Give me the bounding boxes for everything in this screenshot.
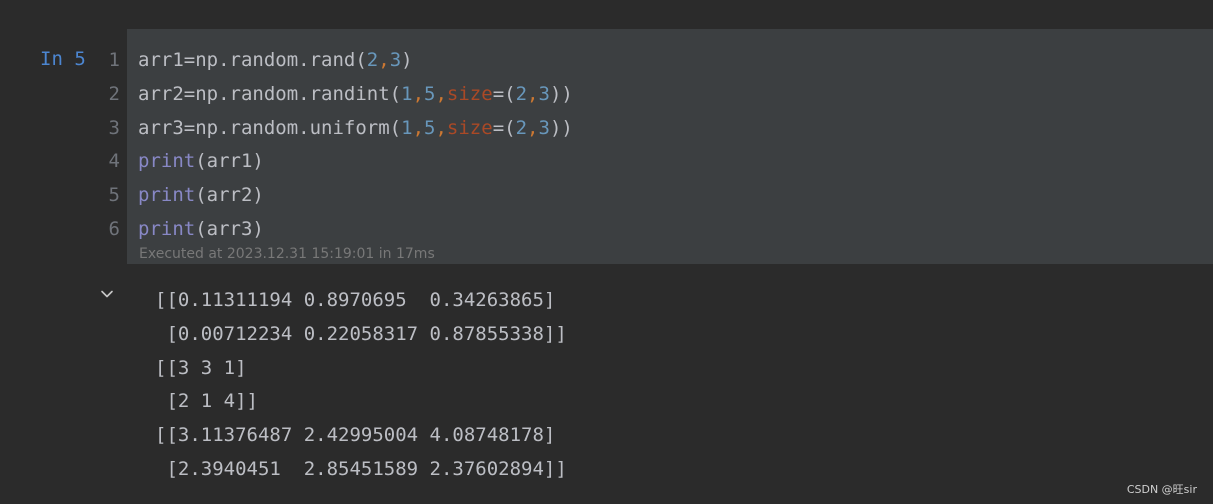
- line-number: 6: [108, 217, 120, 240]
- comma-token: ,: [435, 82, 447, 105]
- code-token: (arr3): [195, 217, 264, 240]
- builtin-token: print: [138, 184, 196, 207]
- chevron-down-icon[interactable]: [99, 286, 115, 302]
- comma-token: ,: [412, 116, 425, 139]
- output-line: [2.3940451 2.85451589 2.37602894]]: [155, 457, 567, 480]
- code-token: )): [549, 116, 573, 139]
- watermark: CSDN @旺sir: [1126, 483, 1197, 496]
- number-token: 3: [538, 82, 550, 105]
- code-token: arr2=np.random.randint(: [138, 82, 402, 105]
- comma-token: ,: [435, 116, 447, 139]
- number-token: 1: [401, 116, 413, 139]
- code-token: )): [549, 82, 573, 105]
- output-line: [0.00712234 0.22058317 0.87855338]]: [155, 322, 567, 345]
- code-line[interactable]: arr3=np.random.uniform(1,5,size=(2,3)): [138, 112, 573, 146]
- code-token: ): [401, 49, 413, 71]
- comma-token: ,: [527, 116, 539, 139]
- output-line: [[3.11376487 2.42995004 4.08748178]: [155, 424, 556, 447]
- code-line[interactable]: arr1=np.random.rand(2,3): [138, 44, 573, 78]
- comma-token: ,: [527, 82, 539, 105]
- number-token: 2: [366, 49, 379, 71]
- cell-output: [[0.11311194 0.8970695 0.34263865] [0.00…: [155, 284, 567, 487]
- line-number: 1: [108, 49, 120, 71]
- comma-token: ,: [378, 49, 390, 71]
- line-number-gutter: 1 2 3 4 5 6: [96, 44, 120, 247]
- comma-token: ,: [412, 82, 425, 105]
- code-line[interactable]: arr2=np.random.randint(1,5,size=(2,3)): [138, 78, 573, 112]
- code-token: =(: [492, 116, 516, 139]
- number-token: 3: [389, 49, 402, 71]
- line-number: 3: [108, 116, 120, 139]
- line-number: 4: [108, 150, 120, 173]
- output-line: [2 1 4]]: [155, 390, 258, 413]
- builtin-token: print: [138, 150, 196, 173]
- number-token: 5: [424, 82, 436, 105]
- code-editor[interactable]: arr1=np.random.rand(2,3) arr2=np.random.…: [138, 44, 573, 247]
- notebook-page: In 5 1 2 3 4 5 6 arr1=np.random.rand(2,3…: [0, 0, 1213, 504]
- keyword-arg-token: size: [446, 82, 493, 105]
- code-line[interactable]: print(arr1): [138, 145, 573, 179]
- number-token: 2: [515, 116, 528, 139]
- code-token: arr1=np.random.rand(: [138, 49, 367, 71]
- execution-status: Executed at 2023.12.31 15:19:01 in 17ms: [139, 246, 435, 262]
- output-line: [[3 3 1]: [155, 356, 247, 379]
- line-number: 2: [108, 82, 120, 105]
- code-token: (arr2): [195, 184, 264, 207]
- output-line: [[0.11311194 0.8970695 0.34263865]: [155, 289, 556, 311]
- line-number: 5: [108, 184, 120, 207]
- number-token: 5: [424, 116, 436, 139]
- number-token: 1: [401, 82, 413, 105]
- cell-execution-label: In 5: [40, 48, 86, 70]
- builtin-token: print: [138, 217, 196, 240]
- keyword-arg-token: size: [446, 116, 493, 139]
- code-token: =(: [492, 82, 516, 105]
- code-token: (arr1): [195, 150, 264, 173]
- number-token: 2: [515, 82, 528, 105]
- code-line[interactable]: print(arr3): [138, 213, 573, 247]
- code-line[interactable]: print(arr2): [138, 179, 573, 213]
- code-token: arr3=np.random.uniform(: [138, 116, 402, 139]
- number-token: 3: [538, 116, 550, 139]
